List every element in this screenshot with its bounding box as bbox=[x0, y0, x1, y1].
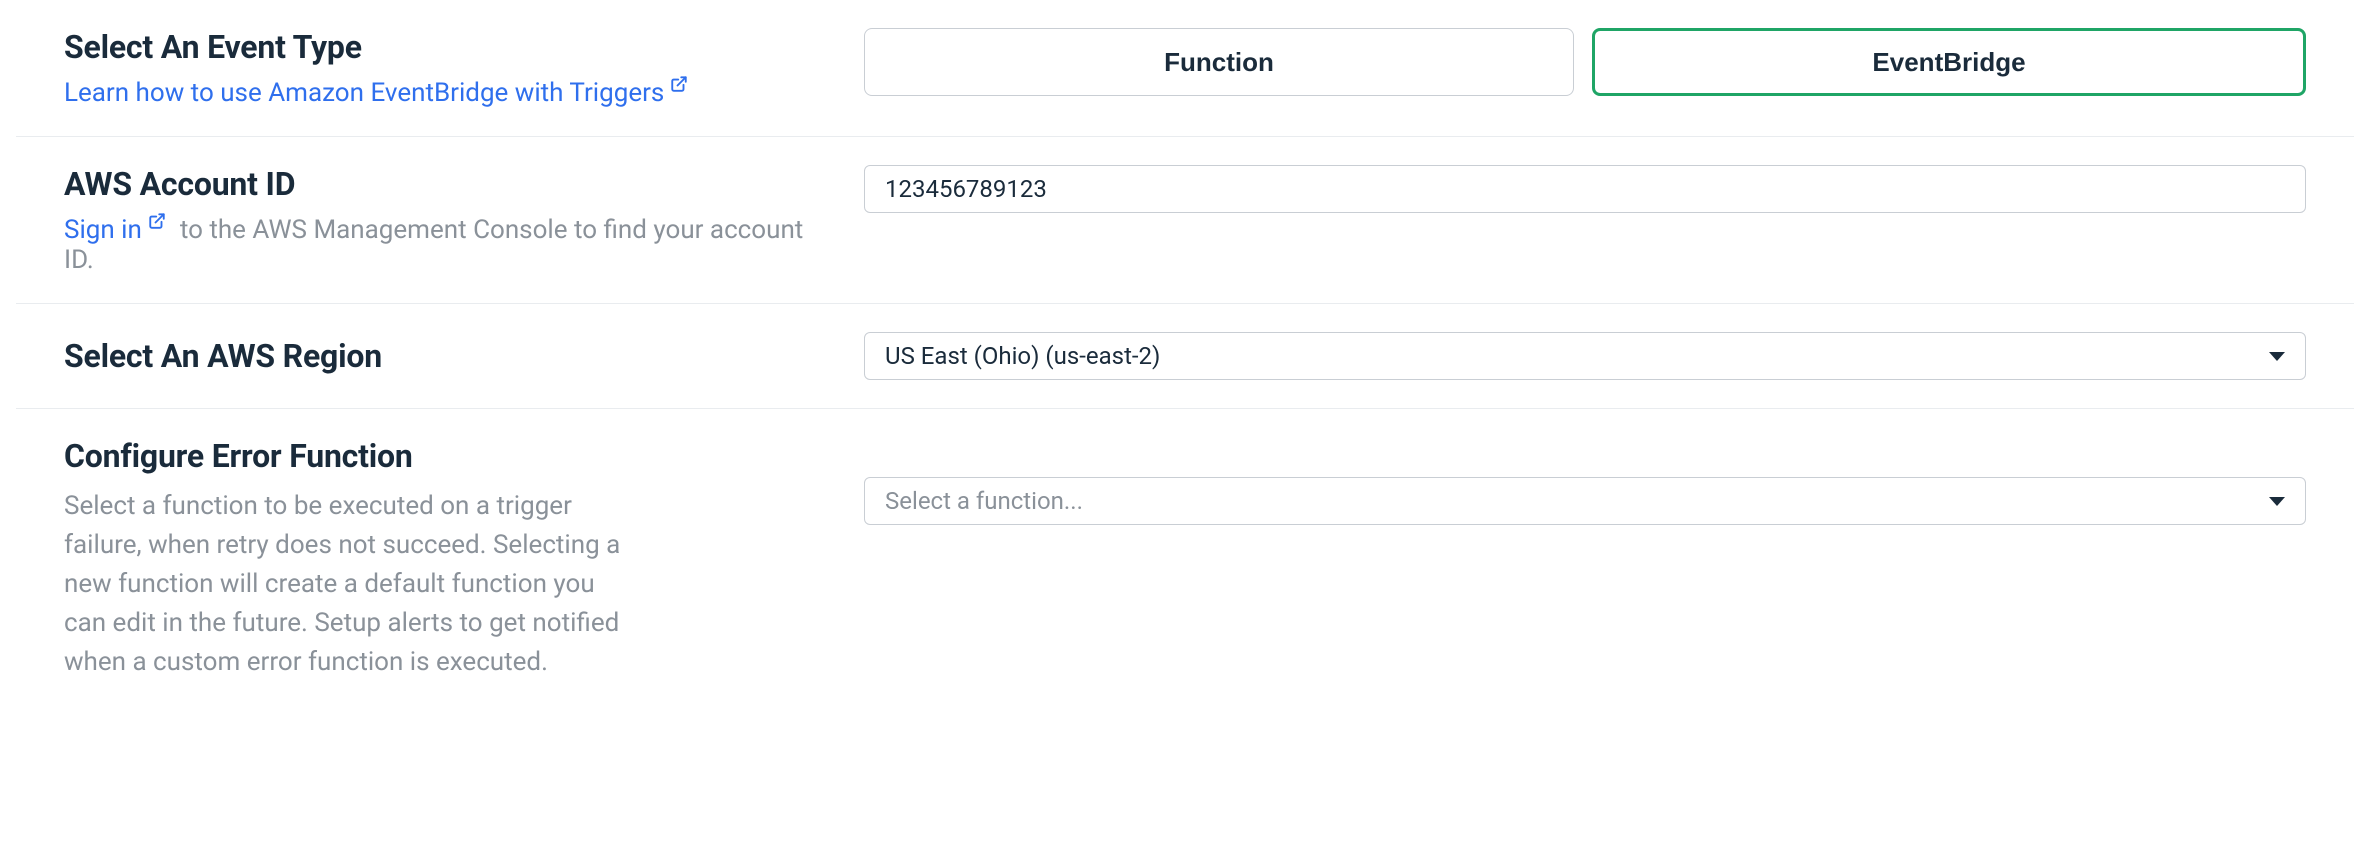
chevron-down-icon bbox=[2269, 497, 2285, 506]
external-link-icon bbox=[670, 70, 688, 88]
region-heading: Select An AWS Region bbox=[64, 337, 824, 375]
chevron-down-icon bbox=[2269, 352, 2285, 361]
error-function-select-placeholder: Select a function... bbox=[885, 487, 1083, 515]
account-id-heading: AWS Account ID bbox=[64, 165, 824, 203]
account-id-description: to the AWS Management Console to find yo… bbox=[64, 215, 803, 275]
eventbridge-help-link-text: Learn how to use Amazon EventBridge with… bbox=[64, 78, 664, 108]
event-type-toggle-group: Function EventBridge bbox=[864, 28, 2306, 96]
region-select-value: US East (Ohio) (us-east-2) bbox=[885, 342, 1160, 370]
region-section: Select An AWS Region US East (Ohio) (us-… bbox=[16, 304, 2354, 409]
error-function-heading: Configure Error Function bbox=[64, 437, 824, 475]
error-function-section: Configure Error Function Select a functi… bbox=[16, 409, 2354, 710]
account-id-input[interactable] bbox=[864, 165, 2306, 213]
error-function-description: Select a function to be executed on a tr… bbox=[64, 487, 624, 682]
event-type-function-button[interactable]: Function bbox=[864, 28, 1574, 96]
eventbridge-help-link[interactable]: Learn how to use Amazon EventBridge with… bbox=[64, 78, 688, 108]
error-function-select[interactable]: Select a function... bbox=[864, 477, 2306, 525]
aws-sign-in-link-text: Sign in bbox=[64, 215, 142, 245]
aws-sign-in-link[interactable]: Sign in bbox=[64, 215, 166, 245]
external-link-icon bbox=[148, 207, 166, 225]
event-type-eventbridge-button[interactable]: EventBridge bbox=[1592, 28, 2306, 96]
event-type-heading: Select An Event Type bbox=[64, 28, 824, 66]
account-id-section: AWS Account ID Sign in to the AWS Manage… bbox=[16, 137, 2354, 304]
event-type-section: Select An Event Type Learn how to use Am… bbox=[16, 0, 2354, 137]
region-select[interactable]: US East (Ohio) (us-east-2) bbox=[864, 332, 2306, 380]
